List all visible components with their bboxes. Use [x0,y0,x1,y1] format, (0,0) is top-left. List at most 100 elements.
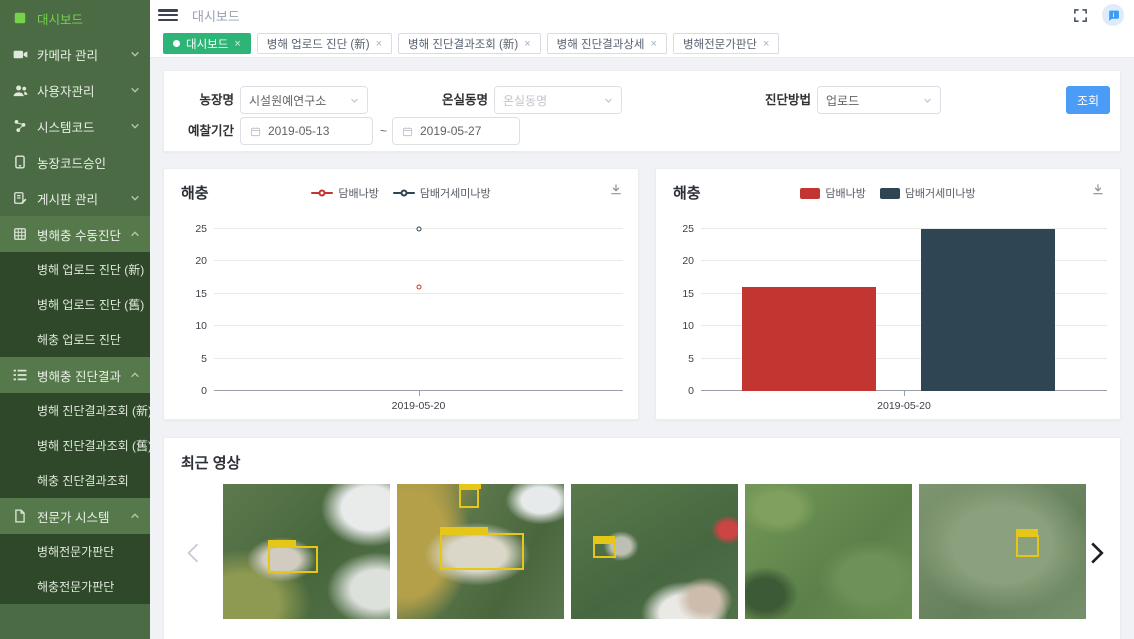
y-axis-tick-label: 25 [195,223,207,235]
sidebar-item[interactable]: 병해충 진단결과 [0,357,150,393]
calendar-icon [402,126,413,137]
tab[interactable]: 병해 진단결과상세× [547,33,667,54]
sidebar-subitem[interactable]: 해충 진단결과조회 [0,463,150,498]
y-axis-tick-label: 0 [201,385,207,397]
close-icon[interactable]: × [524,38,530,50]
y-axis-tick-label: 10 [195,320,207,332]
diagnosis-method-value: 업로드 [826,92,923,109]
sidebar-item[interactable]: 사용자관리 [0,72,150,108]
legend-item[interactable]: 담배나방 [800,185,865,201]
carousel-prev-button[interactable] [180,537,206,569]
chevron-down-icon [130,49,140,59]
chevron-down-icon [350,96,359,105]
diagnosis-method-label: 진단방법 [749,86,811,114]
gridline [214,293,623,294]
y-axis-tick-label: 20 [195,255,207,267]
fullscreen-icon[interactable] [1073,8,1088,23]
sidebar-subitem[interactable]: 병해전문가판단 [0,534,150,569]
filter-panel: 농장명 시설원예연구소 온실동명 온실동명 진단방법 업로드 조회 예찰기간 2… [163,70,1121,152]
legend-label: 담배나방 [338,185,378,201]
sidebar-item[interactable]: 병해충 수동진단 [0,216,150,252]
close-icon[interactable]: × [234,38,240,50]
camera-icon [12,46,28,62]
greenhouse-select[interactable]: 온실동명 [494,86,622,114]
sidebar-subitem[interactable]: 해충전문가판단 [0,569,150,604]
tab[interactable]: 병해 업로드 진단 (新)× [257,33,392,54]
y-axis-tick-label: 20 [682,255,694,267]
sidebar-subitem[interactable]: 해충 업로드 진단 [0,322,150,357]
sidebar-item[interactable]: 카메라 관리 [0,36,150,72]
grid-icon [12,226,28,242]
y-axis-tick-label: 5 [688,353,694,365]
download-icon[interactable] [1091,182,1105,196]
legend-item[interactable]: 담배거세미나방 [880,185,976,201]
search-button[interactable]: 조회 [1066,86,1110,114]
detection-label-tag [440,527,488,534]
chevron-up-icon [130,370,140,380]
date-from-value: 2019-05-13 [268,124,329,138]
detection-bbox [1016,535,1039,557]
date-from-input[interactable]: 2019-05-13 [240,117,373,145]
legend-marker-icon [393,192,415,194]
chevron-down-icon [130,193,140,203]
legend-item[interactable]: 담배나방 [311,185,378,201]
sidebar: 대시보드카메라 관리사용자관리시스템코드농장코드승인게시판 관리병해충 수동진단… [0,0,150,639]
x-axis-tick-label: 2019-05-20 [701,400,1107,412]
calendar-icon [250,126,261,137]
message-badge[interactable]: i [1102,4,1124,26]
y-axis-tick-label: 10 [682,320,694,332]
sidebar-item-label: 대시보드 [37,9,140,28]
diagnosis-method-select[interactable]: 업로드 [817,86,941,114]
sidebar-item[interactable]: 전문가 시스템 [0,498,150,534]
active-tab-dot [173,40,180,47]
sidebar-subitem[interactable]: 병해 진단결과조회 (新) [0,393,150,428]
chevron-down-icon [604,96,613,105]
leaf-photo-5[interactable] [919,484,1086,619]
chevron-up-icon [130,511,140,521]
leaf-photo-3[interactable] [571,484,738,619]
carousel-next-button[interactable] [1084,537,1110,569]
dashboard-icon [12,10,28,26]
date-to-input[interactable]: 2019-05-27 [392,117,520,145]
sidebar-item-label: 게시판 관리 [37,189,130,208]
tab[interactable]: 병해전문가판단× [673,33,780,54]
farm-name-value: 시설원예연구소 [249,92,350,109]
main-content: 농장명 시설원예연구소 온실동명 온실동명 진단방법 업로드 조회 예찰기간 2… [150,58,1134,639]
sidebar-item-label: 카메라 관리 [37,45,130,64]
sidebar-item[interactable]: 농장코드승인 [0,144,150,180]
sidebar-subitem[interactable]: 병해 진단결과조회 (舊) [0,428,150,463]
close-icon[interactable]: × [763,38,769,50]
legend-item[interactable]: 담배거세미나방 [393,185,491,201]
detection-bbox [593,542,616,558]
sidebar-item[interactable]: 대시보드 [0,0,150,36]
legend-marker-icon [311,192,333,194]
close-icon[interactable]: × [651,38,657,50]
sidebar-item[interactable]: 시스템코드 [0,108,150,144]
sidebar-submenu: 병해 진단결과조회 (新)병해 진단결과조회 (舊)해충 진단결과조회 [0,393,150,498]
sidebar-item-label: 전문가 시스템 [37,507,130,526]
tablet-icon [12,154,28,170]
tab[interactable]: 대시보드× [163,33,251,54]
close-icon[interactable]: × [376,38,382,50]
chevron-right-icon [1089,541,1105,565]
sidebar-item[interactable]: 게시판 관리 [0,180,150,216]
detection-label-tag [268,540,296,547]
y-axis-tick-label: 0 [688,385,694,397]
menu-toggle-icon[interactable] [158,7,178,23]
tab[interactable]: 병해 진단결과조회 (新) × [398,33,541,54]
leaf-photo-4[interactable] [745,484,912,619]
detection-label-tag [459,484,481,489]
tab-label: 병해 진단결과조회 (新) [408,36,518,52]
bar [742,287,876,391]
recent-images-title: 최근 영상 [181,452,240,473]
sidebar-subitem[interactable]: 병해 업로드 진단 (新) [0,252,150,287]
leaf-photo-2[interactable] [397,484,564,619]
legend-marker-icon [880,188,900,199]
farm-name-select[interactable]: 시설원예연구소 [240,86,368,114]
download-icon[interactable] [609,182,623,196]
sidebar-submenu: 병해 업로드 진단 (新)병해 업로드 진단 (舊)해충 업로드 진단 [0,252,150,357]
sidebar-subitem[interactable]: 병해 업로드 진단 (舊) [0,287,150,322]
page-title: 대시보드 [192,6,240,25]
chevron-down-icon [130,121,140,131]
leaf-photo-1[interactable] [223,484,390,619]
